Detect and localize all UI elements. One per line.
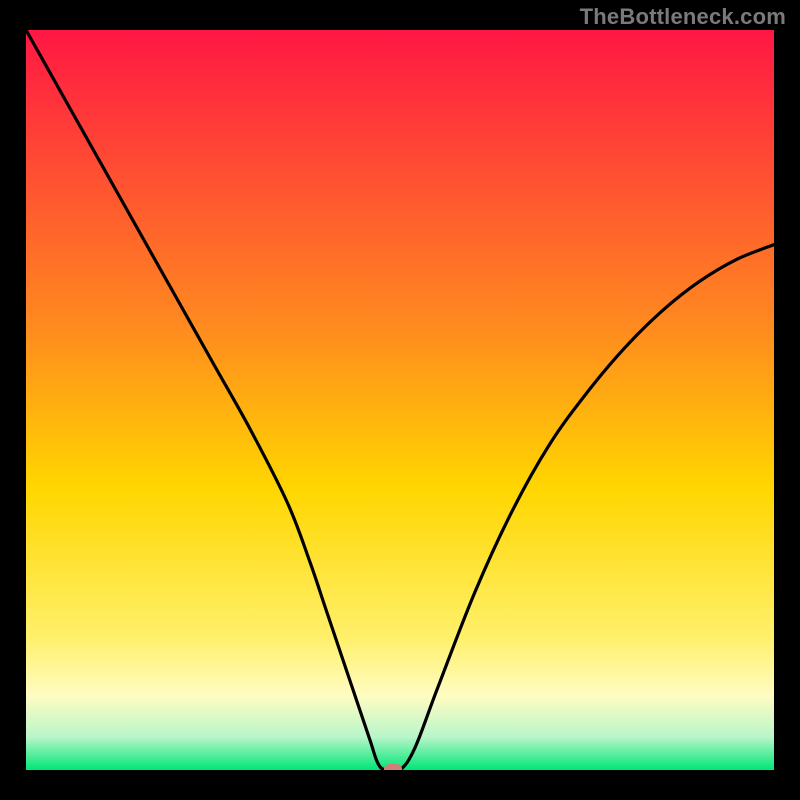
frame: TheBottleneck.com bbox=[0, 0, 800, 800]
chart-svg bbox=[26, 30, 774, 770]
watermark-text: TheBottleneck.com bbox=[580, 4, 786, 30]
min-marker bbox=[384, 764, 402, 770]
background-rect bbox=[26, 30, 774, 770]
plot-area bbox=[26, 30, 774, 770]
